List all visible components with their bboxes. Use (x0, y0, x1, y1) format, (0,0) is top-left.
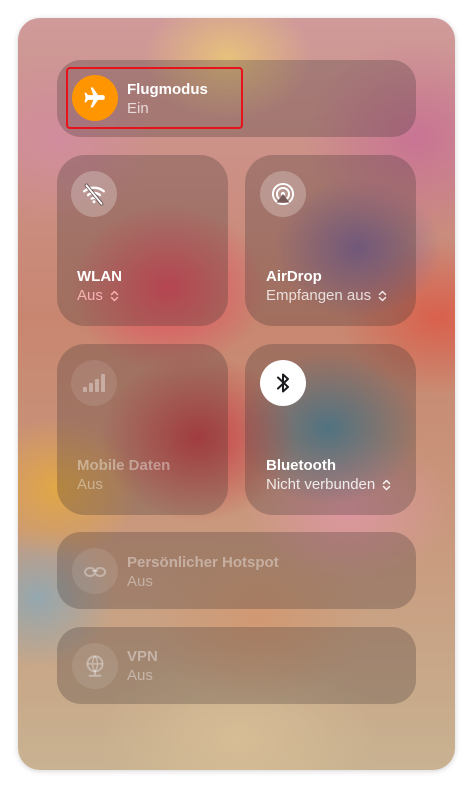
chevron-up-down-icon (110, 290, 119, 302)
wlan-label: WLAN (77, 268, 122, 285)
mobile-data-label: Mobile Daten (77, 457, 171, 474)
bluetooth-icon[interactable] (260, 360, 306, 406)
connectivity-panel: Flugmodus Ein WLAN Aus AirDrop Empfangen… (18, 18, 455, 770)
airdrop-status-text: Empfangen aus (266, 287, 372, 304)
bluetooth-status-text: Nicht verbunden (266, 476, 376, 493)
wlan-tile[interactable]: WLAN Aus (57, 155, 228, 326)
vpn-globe-icon[interactable] (72, 643, 118, 689)
vpn-tile[interactable]: VPN Aus (57, 627, 416, 704)
wifi-off-icon[interactable] (71, 171, 117, 217)
selection-highlight (66, 67, 243, 129)
bluetooth-tile[interactable]: Bluetooth Nicht verbunden (245, 344, 416, 515)
airdrop-label: AirDrop (266, 268, 322, 285)
airdrop-icon[interactable] (260, 171, 306, 217)
vpn-status: Aus (127, 667, 153, 684)
personal-hotspot-tile[interactable]: Persönlicher Hotspot Aus (57, 532, 416, 609)
bluetooth-status[interactable]: Nicht verbunden (266, 476, 391, 493)
vpn-label: VPN (127, 648, 158, 665)
cellular-bars-icon[interactable] (71, 360, 117, 406)
personal-hotspot-label: Persönlicher Hotspot (127, 554, 279, 571)
airdrop-status[interactable]: Empfangen aus (266, 287, 387, 304)
bluetooth-label: Bluetooth (266, 457, 336, 474)
chevron-up-down-icon (383, 479, 391, 491)
hotspot-icon[interactable] (72, 548, 118, 594)
wlan-status-text: Aus (77, 287, 103, 304)
chevron-up-down-icon (379, 290, 387, 302)
mobile-data-tile[interactable]: Mobile Daten Aus (57, 344, 228, 515)
airdrop-tile[interactable]: AirDrop Empfangen aus (245, 155, 416, 326)
personal-hotspot-status: Aus (127, 573, 153, 590)
wlan-status[interactable]: Aus (77, 287, 119, 304)
mobile-data-status: Aus (77, 476, 103, 493)
